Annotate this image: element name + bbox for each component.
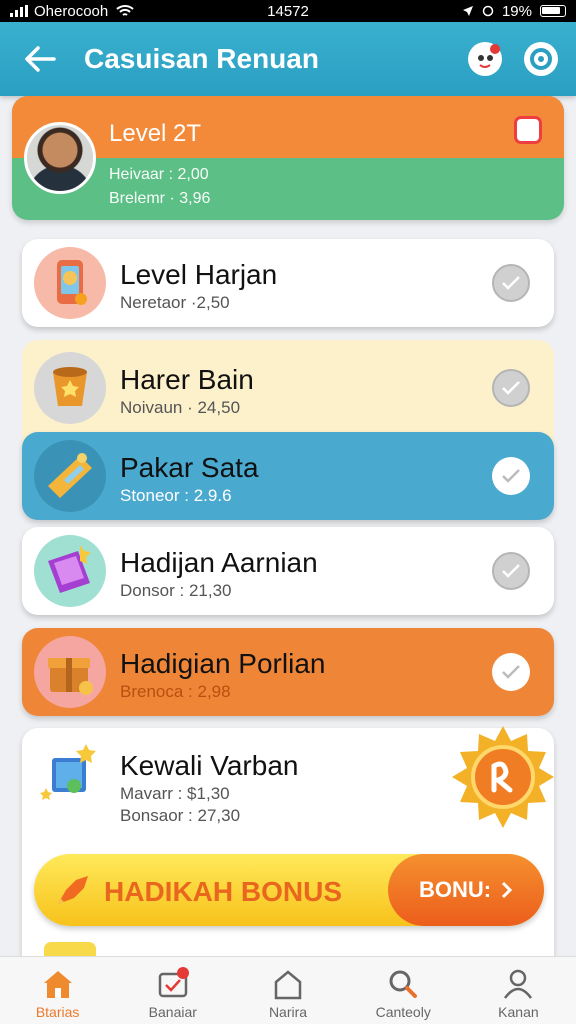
special-stat-2: Bonsaor : 27,30 xyxy=(120,806,241,825)
reward-check-button[interactable] xyxy=(492,457,530,495)
bottom-tab-bar: Btarias Banaiar Narira Canteoly Kanan xyxy=(0,956,576,1024)
back-button[interactable] xyxy=(20,39,60,79)
settings-button[interactable] xyxy=(524,42,558,76)
reward-check-button[interactable] xyxy=(492,264,530,302)
location-arrow-icon xyxy=(462,6,473,16)
checkmark-icon xyxy=(502,276,520,290)
app-bar: Casuisan Renuan xyxy=(0,22,576,96)
mascot-icon xyxy=(478,44,500,68)
level-stat-1: Heivaar : 2,00 xyxy=(109,166,209,183)
tab-kanan[interactable]: Kanan xyxy=(461,957,576,1024)
reward-list[interactable]: Level 2T Heivaar : 2,00 Brelemr · 3,96 L… xyxy=(0,96,576,956)
reward-item-level-harjan[interactable]: Level Harjan Neretaor ·2,50 xyxy=(22,239,554,327)
bonus-button-label: BONU: xyxy=(418,877,492,902)
special-stat-1: Mavarr : $1,30 xyxy=(120,784,230,803)
reward-item-hadigian-porlian[interactable]: Hadigian Porlian Brenoca : 2,98 xyxy=(22,628,554,716)
signal-icon xyxy=(10,5,28,17)
bucket-reward-icon xyxy=(34,352,106,424)
reward-title: Hadijan Aarnian xyxy=(120,547,318,578)
reward-title: Harer Bain xyxy=(120,364,254,395)
tab-label: Kanan xyxy=(498,1004,539,1020)
sun-medal-icon xyxy=(452,726,554,828)
reward-subtitle: Brenoca : 2,98 xyxy=(120,682,231,701)
reward-subtitle: Neretaor ·2,50 xyxy=(120,293,230,312)
tab-label: Banaiar xyxy=(148,1004,197,1020)
reward-item-pakar-sata[interactable]: Pakar Sata Stoneor : 2.9.6 xyxy=(22,432,554,520)
rocket-icon xyxy=(58,876,88,904)
reward-subtitle: Stoneor : 2.9.6 xyxy=(120,486,232,505)
profile-icon xyxy=(504,969,533,999)
carrier-name: Oherocooh xyxy=(34,2,109,20)
mascot-notification-button[interactable] xyxy=(468,42,502,76)
reward-check-button[interactable] xyxy=(492,653,530,691)
reward-subtitle: Noivaun · 24,50 xyxy=(120,398,241,417)
bonus-label: HADIKAH BONUS xyxy=(104,876,342,907)
special-reward-card[interactable]: Kewali Varban Mavarr : $1,30 Bonsaor : 2… xyxy=(22,726,554,956)
reward-check-button[interactable] xyxy=(492,552,530,590)
battery-percent: 19% xyxy=(501,2,532,20)
reward-title: Level Harjan xyxy=(120,259,278,290)
checkmark-icon xyxy=(502,469,520,483)
reward-title: Hadigian Porlian xyxy=(120,648,326,679)
tab-btarias[interactable]: Btarias xyxy=(0,957,115,1024)
level-stat-2: Brelemr · 3,96 xyxy=(109,190,211,207)
gear-icon xyxy=(530,48,552,70)
alarm-icon xyxy=(482,5,494,17)
bonus-banner[interactable]: HADIKAH BONUS BONU: xyxy=(34,854,544,926)
ticket-reward-icon xyxy=(34,440,106,512)
level-card[interactable]: Level 2T Heivaar : 2,00 Brelemr · 3,96 xyxy=(12,96,564,220)
home-icon xyxy=(43,971,72,998)
level-badge-icon[interactable] xyxy=(514,116,542,144)
phone-reward-icon xyxy=(34,247,106,319)
reward-check-button[interactable] xyxy=(492,369,530,407)
checkmark-icon xyxy=(502,381,520,395)
reward-title: Pakar Sata xyxy=(120,452,259,483)
reward-subtitle: Donsor : 21,30 xyxy=(120,581,232,600)
picture-reward-icon xyxy=(34,740,106,812)
battery-icon xyxy=(540,5,566,17)
checkmark-icon xyxy=(502,564,520,578)
tab-canteoly[interactable]: Canteoly xyxy=(346,957,461,1024)
level-title: Level 2T xyxy=(109,120,202,147)
checkmark-icon xyxy=(502,665,520,679)
reward-item-hadijan-aarnian[interactable]: Hadijan Aarnian Donsor : 21,30 xyxy=(22,527,554,615)
tab-banaiar[interactable]: Banaiar xyxy=(115,957,230,1024)
avatar xyxy=(24,122,96,194)
bonus-button[interactable]: BONU: xyxy=(388,854,544,926)
tab-label: Canteoly xyxy=(375,1004,431,1020)
chevron-right-icon xyxy=(501,881,513,899)
wifi-icon xyxy=(116,5,134,16)
tab-label: Narira xyxy=(268,1004,308,1020)
status-bar: Oherocooh 14572 19% xyxy=(0,0,576,22)
book-reward-icon xyxy=(34,535,106,607)
next-item-icon-peek xyxy=(44,942,96,956)
arrow-left-icon xyxy=(25,46,56,72)
page-title: Casuisan Renuan xyxy=(84,43,319,74)
house-outline-icon xyxy=(274,970,302,1000)
tab-narira[interactable]: Narira xyxy=(230,957,345,1024)
gift-reward-icon xyxy=(34,636,106,708)
special-title: Kewali Varban xyxy=(120,750,299,781)
tab-label: Btarias xyxy=(35,1004,80,1020)
search-icon xyxy=(389,970,418,998)
